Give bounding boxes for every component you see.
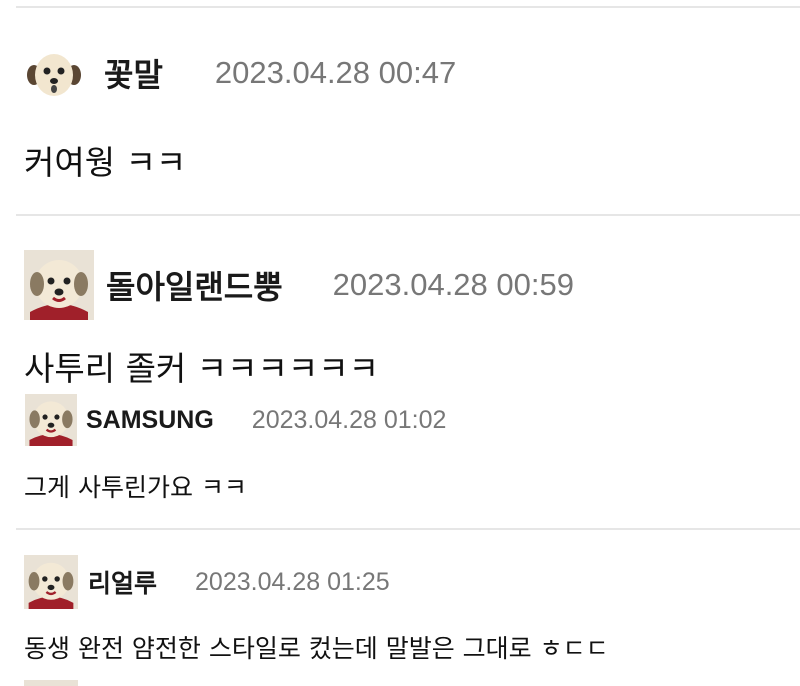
avatar[interactable] [24,394,78,446]
comment-text: 동생 완전 얌전한 스타일로 컸는데 말발은 그대로 ㅎㄷㄷ [24,634,609,663]
comment-date: 2023.04.28 01:25 [195,567,390,596]
comment-date: 2023.04.28 00:47 [214,55,457,90]
comment-divider [16,6,800,8]
puppy-face-icon [25,394,77,446]
avatar[interactable] [26,45,82,101]
puppy-face-icon [24,555,78,609]
comment-author[interactable]: SAMSUNG [86,406,214,435]
comment-author[interactable]: 리얼루 [88,564,157,600]
avatar[interactable] [24,555,78,609]
comment-author[interactable]: 돌아일랜드뿡 [106,262,283,308]
comment-date: 2023.04.28 00:59 [332,267,574,302]
comment-author[interactable]: 꽃말 [104,50,163,96]
comment-text: 그게 사투린가요 ㅋㅋ [24,473,247,502]
puppy-face-icon [24,250,94,320]
puppy-face-icon [26,45,82,101]
avatar[interactable] [24,680,78,686]
comment-text: 사투리 졸커 ㅋㅋㅋㅋㅋㅋ [24,349,379,388]
comment-divider [16,214,800,216]
comment-date: 2023.04.28 01:02 [251,405,447,434]
avatar[interactable] [24,250,94,320]
comment-text: 커여웡 ㅋㅋ [24,143,187,182]
comment-divider [16,528,800,530]
